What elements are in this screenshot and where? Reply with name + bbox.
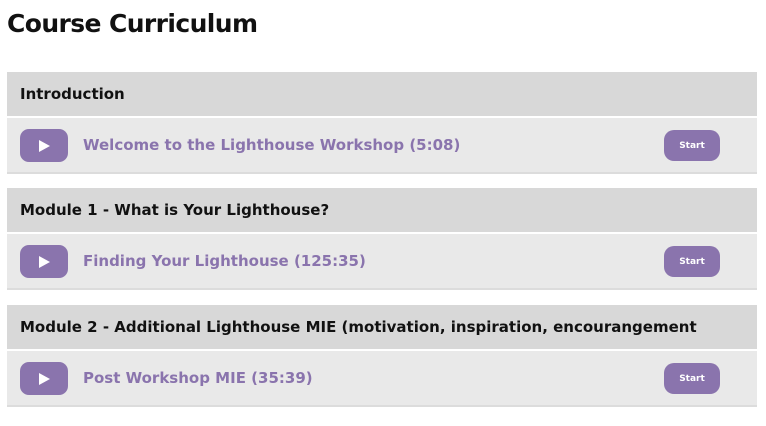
play-icon [39,139,50,152]
start-button[interactable]: Start [664,246,720,277]
curriculum-section: Module 2 - Additional Lighthouse MIE (mo… [7,305,757,407]
lesson-title-link[interactable]: Welcome to the Lighthouse Workshop (5:08… [83,118,460,172]
lesson-title-link[interactable]: Post Workshop MIE (35:39) [83,351,313,405]
lesson-row[interactable]: Welcome to the Lighthouse Workshop (5:08… [7,118,757,174]
section-title: Introduction [7,72,757,116]
start-button[interactable]: Start [664,130,720,161]
section-title: Module 2 - Additional Lighthouse MIE (mo… [7,305,757,349]
lesson-row[interactable]: Finding Your Lighthouse (125:35) Start [7,234,757,290]
lesson-title-link[interactable]: Finding Your Lighthouse (125:35) [83,234,366,288]
curriculum-page: Course Curriculum Introduction Welcome t… [0,0,766,426]
start-button[interactable]: Start [664,363,720,394]
play-button[interactable] [20,362,68,395]
play-icon [39,255,50,268]
page-title: Course Curriculum [7,9,258,38]
curriculum-section: Module 1 - What is Your Lighthouse? Find… [7,188,757,290]
play-button[interactable] [20,245,68,278]
curriculum-section: Introduction Welcome to the Lighthouse W… [7,72,757,174]
play-icon [39,372,50,385]
lesson-row[interactable]: Post Workshop MIE (35:39) Start [7,351,757,407]
section-title: Module 1 - What is Your Lighthouse? [7,188,757,232]
play-button[interactable] [20,129,68,162]
